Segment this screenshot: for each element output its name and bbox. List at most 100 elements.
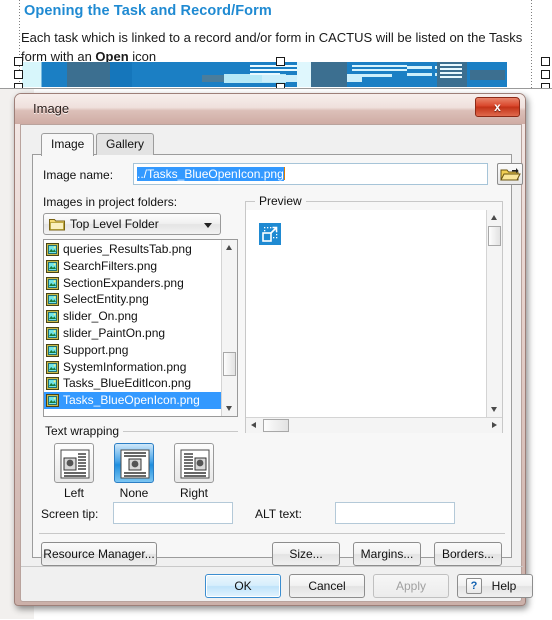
wrap-left-label: Left (63, 486, 84, 500)
list-item[interactable]: Tasks_BlueOpenIcon.png (44, 392, 223, 409)
screen-tip-input[interactable] (113, 502, 233, 524)
list-item-label: slider_On.png (63, 309, 138, 324)
open-folder-glyph (500, 168, 521, 181)
cancel-button[interactable]: Cancel (289, 574, 365, 598)
wrap-right-label: Right (179, 486, 208, 500)
resize-handle-mid-left[interactable] (14, 70, 23, 79)
list-item-label: SelectEntity.png (63, 292, 149, 307)
image-name-input[interactable]: ../Tasks_BlueOpenIcon.png (133, 163, 488, 185)
arrow-down-icon (226, 406, 232, 411)
resize-handle-top-right[interactable] (541, 57, 550, 66)
resize-handle-mid-right[interactable] (541, 70, 550, 79)
preview-scroll-down-button[interactable] (487, 402, 502, 417)
image-file-glyph (46, 276, 59, 290)
image-file-glyph (46, 259, 59, 273)
folder-select[interactable]: Top Level Folder (43, 213, 221, 235)
image-file-icon (46, 259, 59, 273)
scroll-up-button[interactable] (222, 240, 237, 255)
list-item-label: Support.png (63, 342, 129, 357)
wrap-right-glyph (180, 449, 210, 479)
list-item[interactable]: SystemInformation.png (44, 359, 223, 376)
document-paragraph: Each task which is linked to a record an… (21, 28, 526, 66)
list-item[interactable]: Tasks_BlueEditIcon.png (44, 375, 223, 392)
preview-label: Preview (255, 194, 306, 208)
list-item-label: SectionExpanders.png (63, 275, 184, 290)
margins-button[interactable]: Margins... (353, 542, 421, 566)
project-folders-label: Images in project folders: (43, 195, 178, 209)
image-file-glyph (46, 343, 59, 357)
list-item[interactable]: Support.png (44, 342, 223, 359)
arrow-right-icon (492, 422, 497, 428)
alt-text-input[interactable] (335, 502, 455, 524)
preview-hscrollbar[interactable] (246, 417, 502, 433)
list-item[interactable]: queries_ResultsTab.png (44, 241, 223, 258)
preview-scroll-up-button[interactable] (487, 210, 502, 225)
list-item-label: queries_ResultsTab.png (63, 242, 192, 256)
image-file-icon (46, 394, 59, 408)
file-list-scrollbar[interactable] (221, 240, 237, 416)
list-item[interactable]: slider_On.png (44, 308, 223, 325)
wrap-right-icon (174, 443, 214, 483)
file-listbox[interactable]: queries_ResultsTab.png SearchFilters.png S… (43, 239, 238, 417)
preview-scroll-right-button[interactable] (487, 418, 502, 433)
list-item-label: SearchFilters.png (63, 258, 158, 273)
image-file-icon (46, 326, 59, 340)
dialog-titlebar[interactable]: Image x (15, 94, 525, 124)
right-margin-rule (531, 0, 532, 97)
size-button[interactable]: Size... (272, 542, 340, 566)
help-button[interactable]: ? Help (457, 574, 533, 598)
arrow-up-icon (226, 245, 232, 250)
alt-text-label: ALT text: (255, 507, 302, 521)
image-file-glyph (46, 394, 59, 408)
list-item[interactable]: SearchFilters.png (44, 258, 223, 275)
text-wrapping-label: Text wrapping (41, 424, 124, 438)
dialog-body: Image Gallery Image name: ../Tasks_BlueO… (20, 124, 533, 603)
wrap-none-glyph (120, 449, 150, 479)
ok-button[interactable]: OK (205, 574, 281, 598)
close-icon[interactable]: x (475, 97, 520, 117)
file-list: queries_ResultsTab.png SearchFilters.png S… (44, 241, 223, 409)
image-file-glyph (46, 326, 59, 340)
tab-gallery[interactable]: Gallery (96, 133, 155, 155)
resize-handle-top-center[interactable] (276, 57, 285, 66)
open-folder-icon[interactable] (497, 163, 523, 185)
arrow-up-icon (491, 215, 497, 220)
resize-handle-top-left[interactable] (14, 57, 23, 66)
wrap-left-icon (54, 443, 94, 483)
scroll-thumb[interactable] (223, 352, 236, 376)
apply-button: Apply (373, 574, 449, 598)
preview-vscroll-thumb[interactable] (488, 226, 501, 246)
footer-divider (21, 566, 523, 567)
wrap-option-left[interactable]: Left (53, 443, 95, 500)
resource-manager-button[interactable]: Resource Manager... (41, 542, 157, 566)
image-name-value: ../Tasks_BlueOpenIcon.png (137, 167, 284, 181)
image-file-icon (46, 243, 59, 256)
list-item[interactable]: slider_PaintOn.png (44, 325, 223, 342)
question-mark-icon: ? (466, 578, 482, 594)
borders-button[interactable]: Borders... (434, 542, 502, 566)
image-file-icon (46, 360, 59, 374)
preview-hscroll-thumb[interactable] (263, 419, 289, 432)
preview-scroll-left-button[interactable] (246, 418, 261, 433)
scroll-down-button[interactable] (222, 401, 237, 416)
blue-open-icon-preview (259, 223, 281, 245)
image-file-icon (46, 343, 59, 357)
list-item[interactable]: SectionExpanders.png (44, 275, 223, 292)
dialog-footer: OK Cancel Apply ? Help (21, 566, 533, 603)
image-file-glyph (46, 243, 59, 256)
chevron-down-icon (204, 223, 212, 228)
banner-image[interactable] (22, 62, 507, 87)
tab-image[interactable]: Image (41, 133, 95, 156)
help-button-label: Help (491, 579, 517, 593)
wrap-option-none[interactable]: None (113, 443, 155, 500)
preview-canvas[interactable] (246, 210, 502, 432)
arrow-left-icon (251, 422, 256, 428)
list-item[interactable]: SelectEntity.png (44, 291, 223, 308)
page-title: Opening the Task and Record/Form (24, 3, 272, 19)
image-file-icon (46, 293, 59, 307)
preview-vscrollbar[interactable] (486, 210, 502, 417)
wrap-option-right[interactable]: Right (173, 443, 215, 500)
wrap-none-icon (114, 443, 154, 483)
folder-glyph (49, 219, 65, 231)
wrap-left-glyph (60, 449, 90, 479)
